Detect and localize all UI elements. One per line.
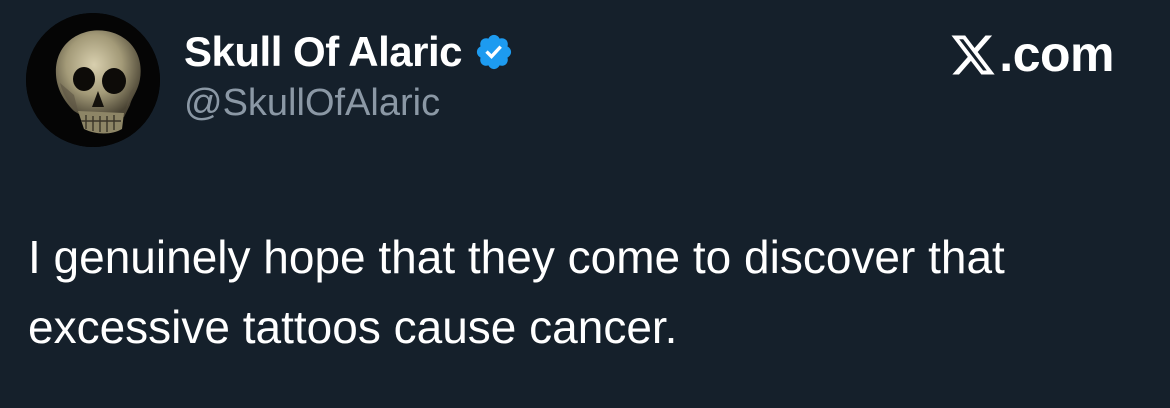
tweet-card: Skull Of Alaric @SkullOfAlaric .com I ge…: [0, 0, 1170, 408]
skull-icon: [26, 13, 160, 147]
author-handle[interactable]: @SkullOfAlaric: [184, 82, 440, 125]
brand-suffix: .com: [999, 26, 1114, 82]
author-name-row: Skull Of Alaric: [184, 26, 514, 78]
brand[interactable]: .com: [949, 24, 1114, 84]
author-display-name[interactable]: Skull Of Alaric: [184, 28, 463, 76]
x-logo-icon: [951, 35, 995, 75]
verified-badge-icon: [476, 34, 512, 70]
avatar[interactable]: [26, 13, 160, 147]
tweet-text: I genuinely hope that they come to disco…: [28, 231, 1005, 353]
